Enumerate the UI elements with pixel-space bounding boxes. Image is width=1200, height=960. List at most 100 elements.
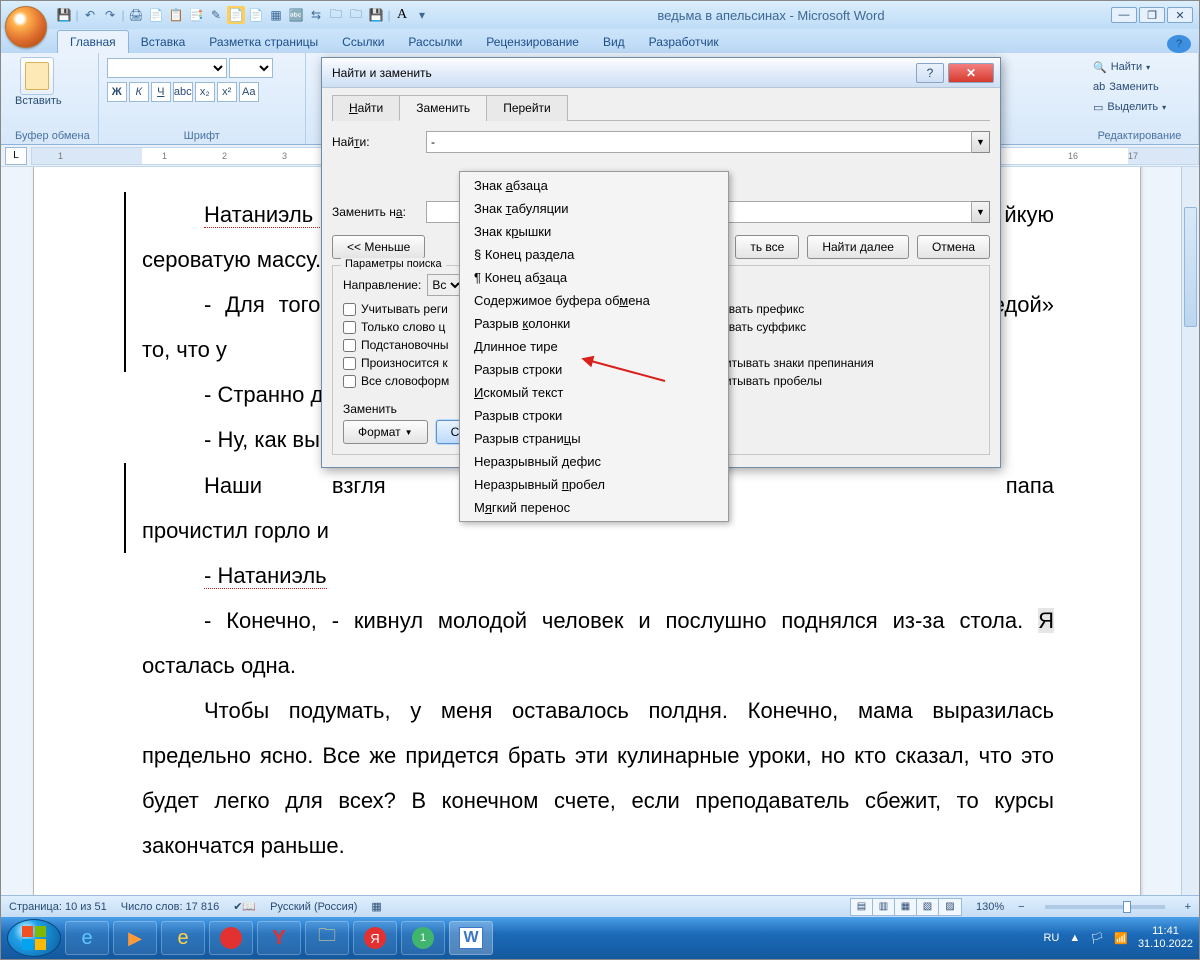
qat-save-icon[interactable]: 💾: [55, 6, 73, 24]
taskbar-word-icon[interactable]: W: [449, 921, 493, 955]
menu-item[interactable]: Знак крышки: [460, 220, 728, 243]
menu-item-emdash[interactable]: Длинное тире: [460, 335, 728, 358]
tab-layout[interactable]: Разметка страницы: [197, 31, 330, 53]
zoom-minus-icon[interactable]: −: [1018, 901, 1024, 913]
find-button[interactable]: 🔍Найти▾: [1089, 57, 1190, 77]
replace-all-button[interactable]: ть все: [735, 235, 799, 259]
qat-icon[interactable]: 📋: [167, 6, 185, 24]
menu-item[interactable]: § Конец раздела: [460, 243, 728, 266]
font-family-select[interactable]: [107, 58, 227, 78]
qat-icon[interactable]: ⇆: [307, 6, 325, 24]
tab-review[interactable]: Рецензирование: [474, 31, 591, 53]
find-next-button[interactable]: Найти далее: [807, 235, 909, 259]
qat-icon[interactable]: 🔤: [287, 6, 305, 24]
superscript-button[interactable]: x²: [217, 82, 237, 102]
macro-icon[interactable]: ▦: [371, 900, 381, 913]
menu-item[interactable]: Мягкий перенос: [460, 496, 728, 519]
proofing-icon[interactable]: ✔📖: [233, 900, 256, 913]
menu-item[interactable]: Содержимое буфера обмена: [460, 289, 728, 312]
menu-item[interactable]: Неразрывный пробел: [460, 473, 728, 496]
qat-icon[interactable]: 💾: [367, 6, 385, 24]
menu-item[interactable]: Знак табуляции: [460, 197, 728, 220]
view-buttons[interactable]: ▤ ▥ ▦ ▧ ▨: [850, 898, 962, 916]
italic-button[interactable]: К: [129, 82, 149, 102]
paste-button[interactable]: Вставить: [15, 57, 59, 107]
find-input[interactable]: [426, 131, 972, 153]
subscript-button[interactable]: x₂: [195, 82, 215, 102]
zoom-value[interactable]: 130%: [976, 901, 1004, 913]
dialog-help-button[interactable]: ?: [916, 63, 944, 83]
tray-action-icon[interactable]: 🏳: [1090, 932, 1104, 945]
qat-font-letter[interactable]: А: [393, 6, 411, 24]
view-print-icon[interactable]: ▤: [851, 899, 873, 915]
taskbar-green-icon[interactable]: 1: [401, 921, 445, 955]
font-size-select[interactable]: [229, 58, 273, 78]
office-button[interactable]: [5, 6, 47, 48]
status-page[interactable]: Страница: 10 из 51: [9, 901, 107, 913]
taskbar-explorer-icon[interactable]: 🗀: [305, 921, 349, 955]
tab-view[interactable]: Вид: [591, 31, 637, 53]
help-icon[interactable]: ?: [1167, 35, 1191, 53]
menu-item[interactable]: ¶ Конец абзаца: [460, 266, 728, 289]
less-button[interactable]: << Меньше: [332, 235, 425, 259]
tray-lang[interactable]: RU: [1043, 932, 1059, 944]
qat-icon[interactable]: 🖨: [127, 6, 145, 24]
taskbar-ya-icon[interactable]: Я: [353, 921, 397, 955]
qat-redo-icon[interactable]: ↷: [101, 6, 119, 24]
taskbar-ie2-icon[interactable]: e: [161, 921, 205, 955]
taskbar-ie-icon[interactable]: e: [65, 921, 109, 955]
minimize-button[interactable]: —: [1111, 7, 1137, 23]
menu-item[interactable]: Разрыв строки: [460, 358, 728, 381]
qat-icon[interactable]: 📑: [187, 6, 205, 24]
zoom-plus-icon[interactable]: +: [1185, 901, 1191, 913]
menu-item[interactable]: Разрыв строки: [460, 404, 728, 427]
qat-icon[interactable]: ✎: [207, 6, 225, 24]
dlg-tab-find[interactable]: Найти: [332, 95, 400, 121]
tab-home[interactable]: Главная: [57, 30, 129, 53]
tray-clock[interactable]: 11:4131.10.2022: [1138, 925, 1193, 951]
dlg-tab-replace[interactable]: Заменить: [399, 95, 487, 121]
tab-mailings[interactable]: Рассылки: [396, 31, 474, 53]
maximize-button[interactable]: ❐: [1139, 7, 1165, 23]
qat-icon[interactable]: 🗀: [347, 6, 365, 24]
status-words[interactable]: Число слов: 17 816: [121, 901, 219, 913]
menu-item[interactable]: Искомый текст: [460, 381, 728, 404]
format-button[interactable]: Формат ▼: [343, 420, 428, 444]
menu-item[interactable]: Разрыв страницы: [460, 427, 728, 450]
dialog-close-button[interactable]: ✕: [948, 63, 994, 83]
replace-dropdown-icon[interactable]: ▼: [972, 201, 990, 223]
qat-dropdown-icon[interactable]: ▾: [413, 6, 431, 24]
taskbar-opera-icon[interactable]: [209, 921, 253, 955]
status-language[interactable]: Русский (Россия): [270, 901, 357, 913]
changecase-button[interactable]: Aa: [239, 82, 259, 102]
menu-item[interactable]: Неразрывный дефис: [460, 450, 728, 473]
tab-insert[interactable]: Вставка: [129, 31, 198, 53]
menu-item[interactable]: Разрыв колонки: [460, 312, 728, 335]
tray-flag-icon[interactable]: ▲: [1069, 932, 1080, 944]
view-read-icon[interactable]: ▥: [873, 899, 895, 915]
view-web-icon[interactable]: ▦: [895, 899, 917, 915]
find-dropdown-icon[interactable]: ▼: [972, 131, 990, 153]
qat-undo-icon[interactable]: ↶: [81, 6, 99, 24]
qat-icon[interactable]: 📄: [247, 6, 265, 24]
dlg-tab-goto[interactable]: Перейти: [486, 95, 568, 121]
menu-item[interactable]: Знак абзаца: [460, 174, 728, 197]
tab-selector[interactable]: L: [5, 147, 27, 165]
taskbar-yandex-icon[interactable]: Y: [257, 921, 301, 955]
start-button[interactable]: [7, 919, 61, 957]
view-draft-icon[interactable]: ▨: [939, 899, 961, 915]
strike-button[interactable]: abc: [173, 82, 193, 102]
vertical-scrollbar[interactable]: [1181, 167, 1199, 899]
tray-net-icon[interactable]: 📶: [1114, 932, 1128, 945]
qat-icon[interactable]: ▦: [267, 6, 285, 24]
taskbar-media-icon[interactable]: ▶: [113, 921, 157, 955]
close-button[interactable]: ✕: [1167, 7, 1193, 23]
zoom-slider[interactable]: [1045, 905, 1165, 909]
select-button[interactable]: ▭Выделить▾: [1089, 97, 1190, 117]
replace-button[interactable]: abЗаменить: [1089, 77, 1190, 97]
bold-button[interactable]: Ж: [107, 82, 127, 102]
tab-references[interactable]: Ссылки: [330, 31, 396, 53]
qat-icon[interactable]: 📄: [227, 6, 245, 24]
cancel-button[interactable]: Отмена: [917, 235, 990, 259]
qat-icon[interactable]: 🗀: [327, 6, 345, 24]
